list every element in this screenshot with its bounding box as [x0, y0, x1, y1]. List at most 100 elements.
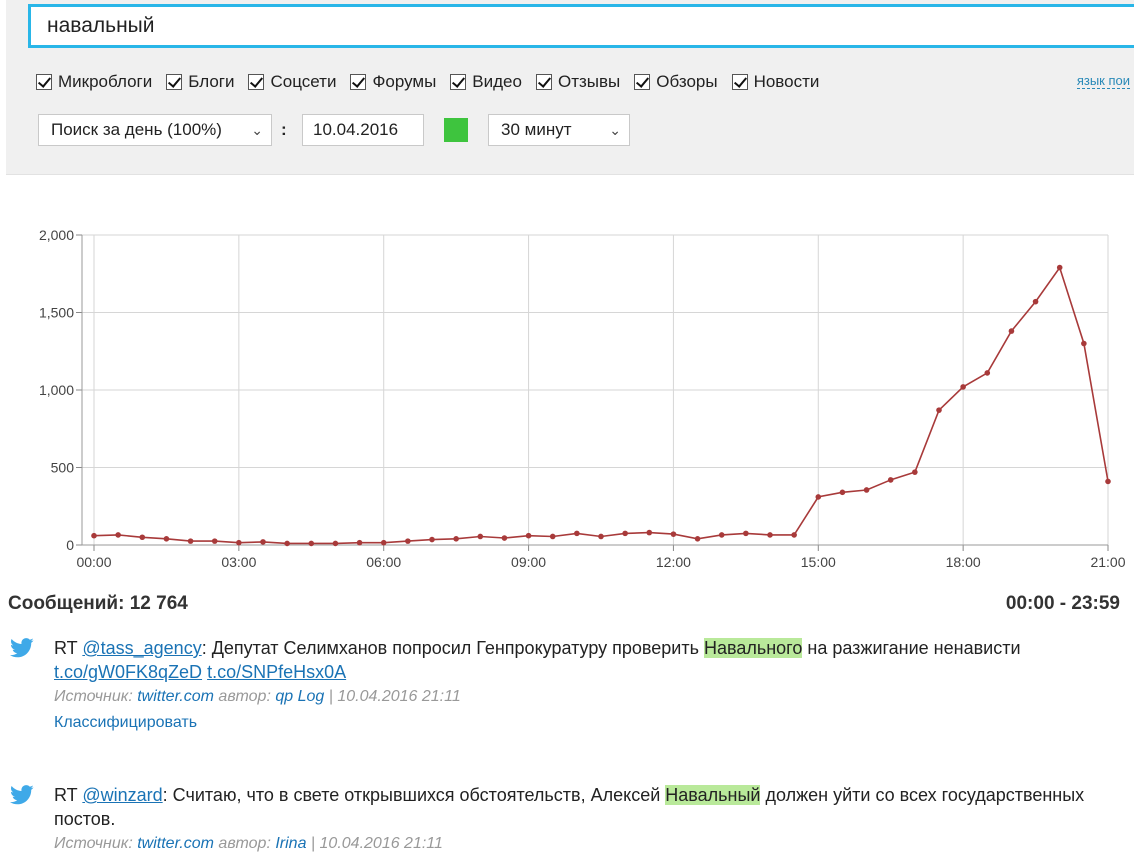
data-point	[960, 384, 966, 390]
data-point	[694, 536, 701, 542]
classify-link[interactable]: Классифицировать	[54, 714, 197, 732]
data-point	[187, 538, 194, 544]
source-link[interactable]: twitter.com	[137, 835, 214, 852]
post-text-part: на разжигание ненависти	[802, 638, 1021, 658]
url-link[interactable]: t.co/gW0FK8qZeD	[54, 662, 202, 682]
post-meta: Источник: twitter.com автор: qp Log | 10…	[54, 688, 461, 706]
data-point	[670, 531, 677, 537]
filter-label: Отзывы	[557, 72, 621, 91]
data-point	[839, 489, 846, 496]
time-range: 00:00 - 23:59	[1005, 593, 1120, 614]
messages-line-chart: 0 500 1,000 1,500 2,000 00:00 03:00 06:00 09:00 1…	[39, 227, 1126, 570]
status-indicator	[444, 118, 468, 142]
author-link[interactable]: qp Log	[275, 688, 324, 705]
mention-link[interactable]: @tass_agency	[82, 638, 201, 658]
source-label: Источник:	[54, 835, 133, 852]
data-point	[453, 536, 459, 542]
data-point	[405, 538, 411, 544]
filter-label: Блоги	[188, 72, 235, 91]
filter-blogs[interactable]: Блоги	[166, 72, 234, 92]
data-point	[718, 532, 725, 538]
data-point	[260, 539, 266, 545]
meta-separator: |	[310, 835, 316, 852]
author-link[interactable]: Irina	[275, 835, 306, 852]
data-point	[284, 540, 290, 547]
url-link[interactable]: t.co/SNPfeHsx0A	[207, 662, 346, 682]
keyword-highlight: Навальный	[665, 785, 761, 805]
checkbox-icon[interactable]	[248, 74, 265, 90]
data-point	[815, 494, 822, 500]
search-input[interactable]	[28, 4, 1134, 48]
post-text: RT @winzard: Считаю, что в свете открывш…	[54, 783, 1114, 831]
filter-label: Соцсети	[270, 72, 337, 91]
data-point	[574, 530, 580, 537]
data-point	[380, 539, 387, 546]
y-tick-label: 2,000	[39, 227, 74, 243]
author-label: автор:	[218, 835, 271, 852]
filter-label: Новости	[753, 72, 820, 91]
data-point	[549, 533, 556, 540]
interval-select-value: 30 минут	[501, 120, 572, 139]
checkbox-icon[interactable]	[450, 74, 467, 90]
interval-select[interactable]: 30 минут ⌄	[488, 114, 630, 146]
data-point	[356, 539, 363, 546]
filter-forums[interactable]: Форумы	[350, 72, 436, 92]
data-point	[429, 536, 435, 543]
date-input[interactable]: 10.04.2016	[302, 114, 424, 146]
period-select-value: Поиск за день (100%)	[51, 120, 222, 139]
data-point	[91, 532, 97, 539]
chevron-down-icon: ⌄	[251, 122, 263, 138]
data-point	[912, 469, 918, 475]
checkbox-icon[interactable]	[350, 74, 367, 90]
post-datetime: 10.04.2016 21:11	[319, 835, 443, 852]
x-tick-label: 12:00	[656, 554, 691, 570]
checkbox-icon[interactable]	[166, 74, 183, 90]
filter-reviews[interactable]: Отзывы	[535, 72, 621, 92]
filter-label: Форумы	[372, 72, 437, 91]
filter-microblogs[interactable]: Микроблоги	[36, 72, 152, 92]
checkbox-icon[interactable]	[731, 74, 748, 90]
filter-label: Обзоры	[656, 72, 718, 91]
data-point	[332, 540, 339, 547]
x-tick-label: 21:00	[1090, 554, 1125, 570]
twitter-bird-icon	[10, 638, 34, 658]
post-text-part: : Депутат Селимханов попросил Генпрокура…	[201, 638, 704, 658]
rt-prefix: RT	[54, 785, 83, 805]
x-tick-label: 06:00	[366, 554, 401, 570]
x-tick-label: 18:00	[946, 554, 981, 570]
data-point	[1032, 298, 1039, 305]
y-tick-label: 500	[51, 460, 75, 476]
data-point	[308, 540, 315, 547]
chevron-down-icon: ⌄	[609, 122, 621, 138]
post-text-part: : Считаю, что в свете открывшихся обстоя…	[162, 785, 666, 805]
source-link[interactable]: twitter.com	[137, 688, 214, 705]
mention-link[interactable]: @winzard	[82, 785, 162, 805]
data-point	[236, 539, 242, 546]
filter-video[interactable]: Видео	[450, 72, 522, 92]
meta-separator: |	[328, 688, 333, 705]
filter-news[interactable]: Новости	[731, 72, 820, 92]
data-point	[1105, 478, 1111, 485]
x-tick-label: 15:00	[801, 554, 836, 570]
author-label: автор:	[218, 688, 271, 705]
data-point	[767, 532, 773, 538]
x-tick-label: 09:00	[511, 554, 546, 570]
post-meta: Источник: twitter.com автор: Irina | 10.…	[54, 835, 443, 853]
data-point	[1081, 340, 1087, 347]
data-point	[622, 530, 628, 537]
data-point	[1056, 264, 1063, 271]
source-label: Источник:	[54, 688, 133, 705]
checkbox-icon[interactable]	[535, 74, 552, 90]
x-tick-label: 00:00	[76, 554, 111, 570]
checkbox-icon[interactable]	[634, 74, 651, 90]
filter-label: Микроблоги	[58, 72, 153, 91]
checkbox-icon[interactable]	[36, 74, 52, 90]
filter-social[interactable]: Соцсети	[248, 72, 336, 92]
data-point	[791, 532, 797, 538]
y-tick-label: 1,000	[39, 382, 74, 398]
separator: :	[281, 120, 287, 139]
language-link[interactable]: язык пои	[1076, 73, 1130, 89]
data-point	[936, 407, 942, 413]
period-select[interactable]: Поиск за день (100%) ⌄	[38, 114, 272, 146]
filter-overviews[interactable]: Обзоры	[634, 72, 718, 92]
